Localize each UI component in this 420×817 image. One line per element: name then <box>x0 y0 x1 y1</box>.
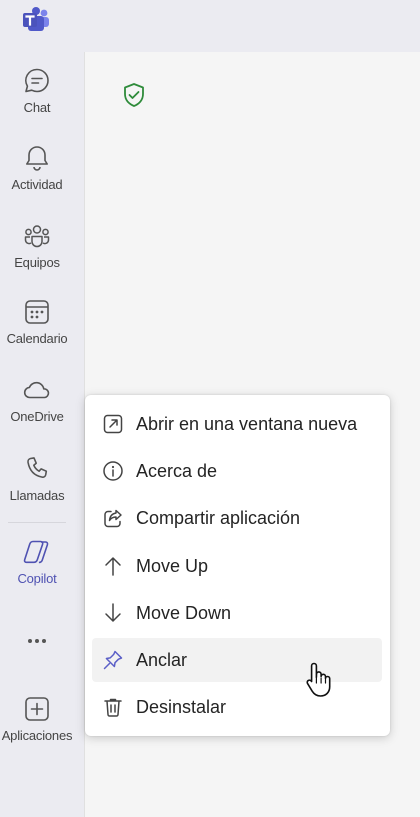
rail-item-llamadas[interactable]: Llamadas <box>0 454 74 503</box>
rail-item-actividad[interactable]: Actividad <box>0 143 74 192</box>
menu-item-uninstall[interactable]: Desinstalar <box>92 685 382 729</box>
menu-item-label: Move Down <box>136 603 232 623</box>
rail-item-chat[interactable]: Chat <box>0 66 74 115</box>
open-external-icon <box>103 414 123 434</box>
trash-icon <box>104 698 122 717</box>
menu-item-label: Desinstalar <box>136 697 227 717</box>
arrow-up-icon <box>105 557 121 576</box>
more-apps-button[interactable] <box>0 627 74 651</box>
rail-item-label: OneDrive <box>10 409 64 424</box>
chat-icon <box>25 68 49 93</box>
title-bar <box>0 0 420 52</box>
copilot-icon <box>23 540 49 564</box>
info-icon <box>103 461 123 481</box>
bell-icon <box>26 146 48 171</box>
calendar-icon <box>25 300 49 324</box>
pin-icon <box>103 650 123 670</box>
menu-item-open-new-window[interactable]: Abrir en una ventana nueva <box>92 402 382 446</box>
rail-item-label: Chat <box>23 100 51 115</box>
menu-item-pin[interactable]: Anclar <box>92 638 382 682</box>
more-horizontal-icon <box>28 639 46 643</box>
teams-icon <box>24 225 50 248</box>
rail-item-copilot[interactable]: Copilot <box>0 537 74 586</box>
rail-item-label: Llamadas <box>9 488 65 503</box>
app-rail: Chat Actividad Equipos Calendario OneDri… <box>0 52 85 817</box>
hand-cursor-icon <box>306 662 331 697</box>
rail-item-label: Aplicaciones <box>1 728 73 743</box>
menu-item-move-down[interactable]: Move Down <box>92 591 382 635</box>
add-app-icon <box>25 697 49 721</box>
menu-item-label: Abrir en una ventana nueva <box>136 414 358 434</box>
shield-check-icon <box>124 83 144 107</box>
menu-item-about[interactable]: Acerca de <box>92 449 382 493</box>
menu-item-share-app[interactable]: Compartir aplicación <box>92 496 382 540</box>
phone-icon <box>27 457 48 478</box>
cloud-icon <box>23 381 50 399</box>
arrow-down-icon <box>105 603 121 622</box>
menu-item-label: Compartir aplicación <box>136 508 301 528</box>
rail-divider <box>8 522 66 523</box>
menu-item-label: Anclar <box>136 650 188 670</box>
share-icon <box>104 509 122 528</box>
rail-item-label: Actividad <box>11 177 63 192</box>
rail-item-label: Calendario <box>6 331 68 346</box>
rail-item-onedrive[interactable]: OneDrive <box>0 375 74 424</box>
rail-item-calendario[interactable]: Calendario <box>0 297 74 346</box>
context-menu: Abrir en una ventana nueva Acerca de Com… <box>85 395 390 736</box>
rail-item-equipos[interactable]: Equipos <box>0 221 74 270</box>
menu-item-move-up[interactable]: Move Up <box>92 544 382 588</box>
teams-logo-icon <box>23 7 49 31</box>
menu-item-label: Acerca de <box>136 461 218 481</box>
rail-item-label: Copilot <box>17 571 57 586</box>
rail-item-aplicaciones[interactable]: Aplicaciones <box>0 694 74 743</box>
menu-item-label: Move Up <box>136 556 209 576</box>
rail-item-label: Equipos <box>14 255 60 270</box>
